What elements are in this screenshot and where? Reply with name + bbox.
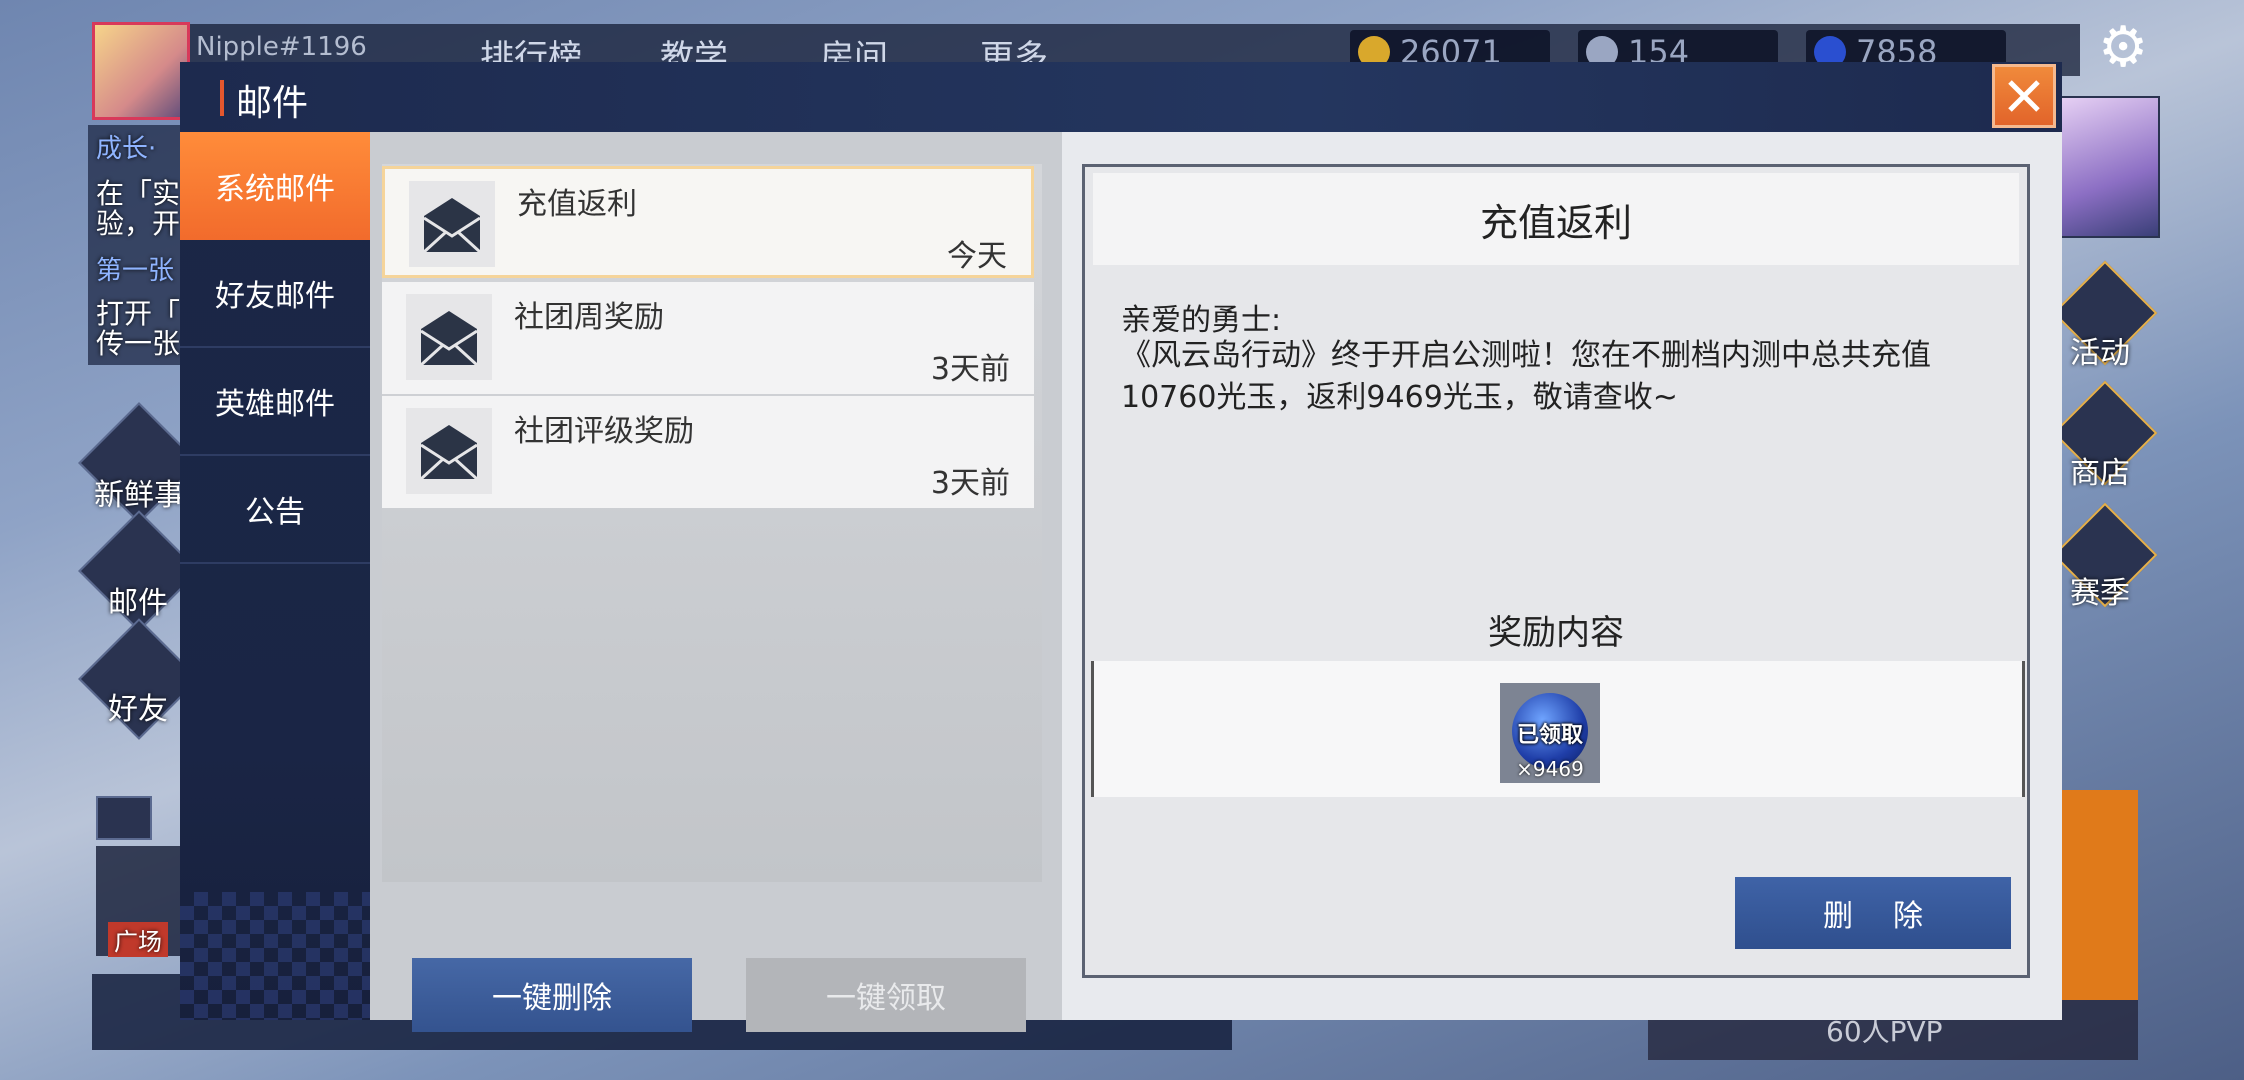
mail-time: 今天 xyxy=(947,239,1007,274)
claimed-badge: 已领取 xyxy=(1516,723,1583,748)
title-accent xyxy=(220,80,224,116)
mail-title: 充值返利 xyxy=(517,187,637,222)
reward-box: 已领取 ×9469 xyxy=(1091,661,2025,797)
player-name: Nipple#1196 xyxy=(196,32,367,62)
quest-note-4: 第一张 xyxy=(96,256,175,286)
mail-detail-panel: 充值返利 亲爱的勇士: 《风云岛行动》终于开启公测啦！您在不删档内测中总共充值1… xyxy=(1082,164,2030,978)
reward-item[interactable]: 已领取 ×9469 xyxy=(1500,683,1600,783)
events-label: 活动 xyxy=(2070,336,2130,371)
mail-dialog: 邮件 系统邮件 好友邮件 英雄邮件 公告 充值返利 今天 社团周奖励 3天前 社… xyxy=(180,62,2062,1032)
mail-list[interactable]: 充值返利 今天 社团周奖励 3天前 社团评级奖励 3天前 xyxy=(382,164,1042,882)
mail-title: 社团周奖励 xyxy=(514,300,664,335)
tab-system-mail[interactable]: 系统邮件 xyxy=(180,132,370,240)
news-label: 新鲜事 xyxy=(94,478,184,513)
mail-label: 邮件 xyxy=(108,586,168,621)
envelope-icon xyxy=(406,408,492,494)
mail-title: 社团评级奖励 xyxy=(514,414,694,449)
mail-body-text: 《风云岛行动》终于开启公测啦！您在不删档内测中总共充值10760光玉，返利946… xyxy=(1121,338,1931,415)
dialog-header: 邮件 xyxy=(180,62,2062,132)
player-avatar[interactable] xyxy=(92,22,190,120)
tab-hero-mail[interactable]: 英雄邮件 xyxy=(180,348,370,456)
match-button[interactable] xyxy=(2050,790,2138,1000)
close-icon xyxy=(2008,80,2040,112)
chat-channel-label: 广场 xyxy=(108,922,168,957)
reward-count: ×9469 xyxy=(1516,757,1584,781)
season-label: 赛季 xyxy=(2070,576,2130,611)
envelope-icon xyxy=(406,294,492,380)
dialog-body: 系统邮件 好友邮件 英雄邮件 公告 充值返利 今天 社团周奖励 3天前 社团评级… xyxy=(180,132,2062,1032)
tab-announcements[interactable]: 公告 xyxy=(180,456,370,564)
list-item[interactable]: 社团周奖励 3天前 xyxy=(382,282,1034,394)
hero-portrait[interactable] xyxy=(2058,96,2160,238)
settings-icon[interactable]: ⚙ xyxy=(2098,20,2148,76)
close-button[interactable] xyxy=(1992,64,2056,128)
mail-greeting: 亲爱的勇士: xyxy=(1121,303,1282,338)
list-item[interactable]: 充值返利 今天 xyxy=(382,166,1034,278)
mail-list-panel: 充值返利 今天 社团周奖励 3天前 社团评级奖励 3天前 一键删除 一键领取 xyxy=(370,132,1062,1032)
list-item[interactable]: 社团评级奖励 3天前 xyxy=(382,396,1034,508)
delete-all-button[interactable]: 一键删除 xyxy=(412,958,692,1032)
claim-all-button[interactable]: 一键领取 xyxy=(746,958,1026,1032)
friends-label: 好友 xyxy=(108,692,168,727)
mail-detail-title: 充值返利 xyxy=(1093,173,2019,265)
shop-label: 商店 xyxy=(2070,456,2130,491)
quest-note-1: 成长· xyxy=(96,134,157,164)
reward-heading: 奖励内容 xyxy=(1488,613,1624,653)
game-screen: Nipple#1196 排行榜 教学 房间 更多 26071 154 7858 … xyxy=(0,0,2244,1080)
envelope-icon xyxy=(409,181,495,267)
quest-note-3: 验，开 xyxy=(96,207,181,240)
tab-friend-mail[interactable]: 好友邮件 xyxy=(180,240,370,348)
delete-button[interactable]: 删除 xyxy=(1735,877,2011,949)
mail-time: 3天前 xyxy=(930,466,1010,501)
mail-category-sidebar: 系统邮件 好友邮件 英雄邮件 公告 xyxy=(180,132,370,1020)
mail-time: 3天前 xyxy=(930,352,1010,387)
dialog-title: 邮件 xyxy=(236,83,309,124)
sidebar-decoration xyxy=(180,892,370,1020)
chat-icon[interactable] xyxy=(96,796,152,840)
quest-note-6: 传一张 xyxy=(96,327,181,360)
